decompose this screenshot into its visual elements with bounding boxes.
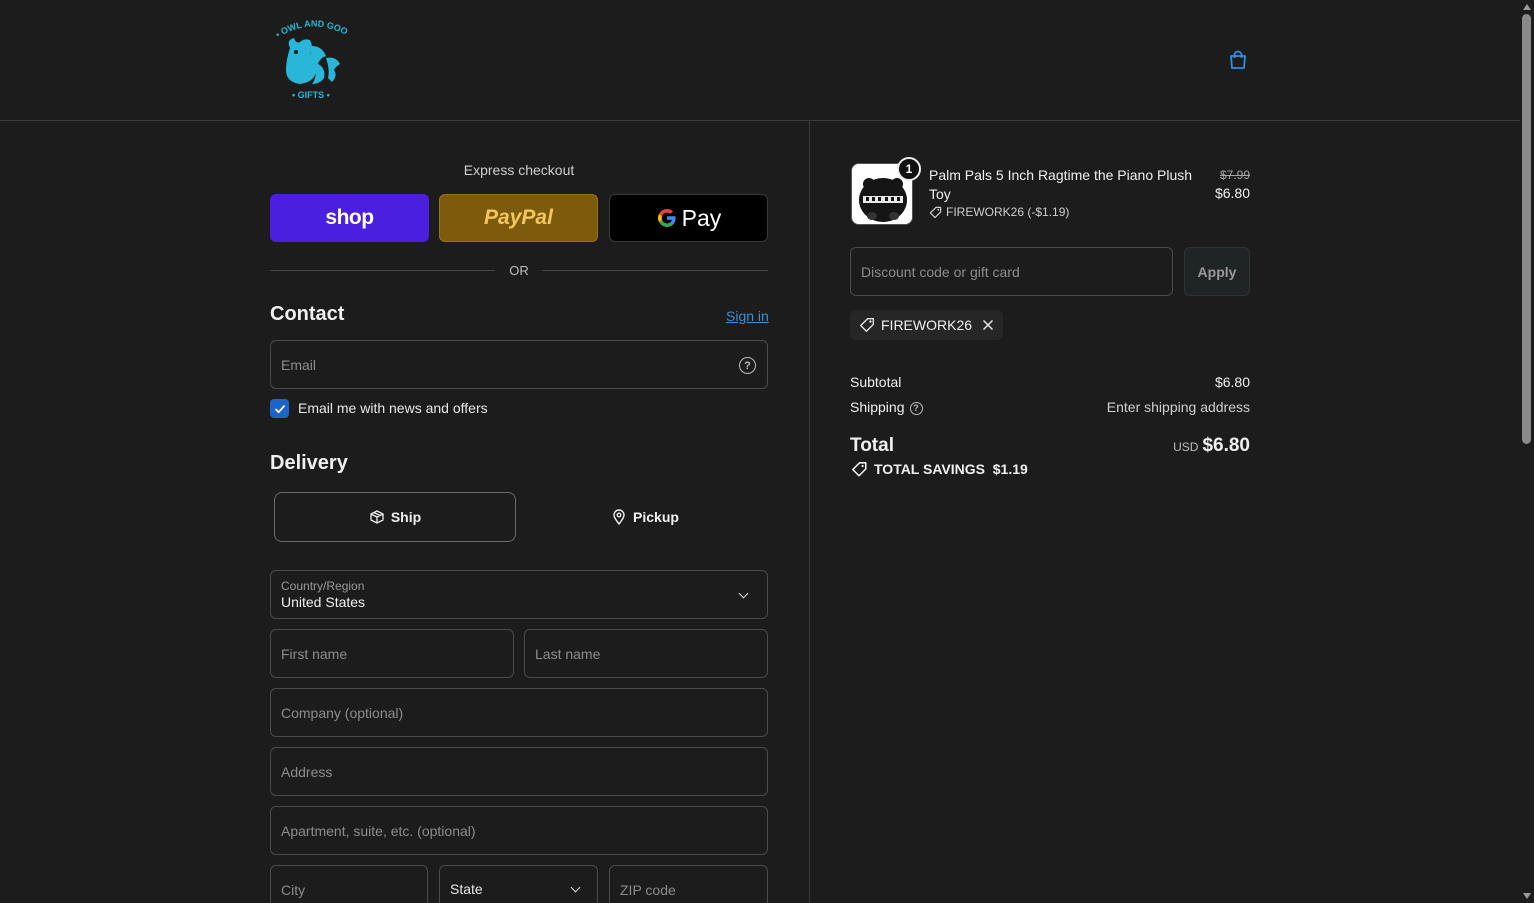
country-select[interactable]: Country/Region United States [270,570,768,619]
scroll-up-arrow[interactable] [1523,4,1531,10]
or-divider-left [270,270,495,271]
discounted-price: $6.80 [1214,185,1250,201]
express-checkout-title: Express checkout [463,162,575,178]
paypal-button[interactable]: PayPal [439,194,598,242]
shipping-label: Shipping [850,399,905,415]
site-header: • OWL AND GOOSE • • GIFTS • [0,0,1520,121]
city-input[interactable] [271,866,427,903]
chevron-down-icon [738,588,749,599]
box-icon [370,510,384,524]
discount-code-input[interactable] [851,248,1172,295]
ship-label: Ship [390,509,422,525]
discount-code-field[interactable] [850,247,1173,296]
shop-pay-button[interactable]: shop [270,194,429,242]
google-pay-label: Pay [681,204,722,231]
applied-code: FIREWORK26 [881,317,973,333]
or-label: OR [509,263,529,278]
contact-heading: Contact [270,303,345,325]
delivery-heading: Delivery [270,452,348,474]
company-field[interactable] [270,688,768,737]
store-logo[interactable]: • OWL AND GOOSE • • GIFTS • [265,10,354,102]
delivery-option-ship[interactable]: Ship [274,492,516,542]
chevron-down-icon [570,882,581,893]
address-field[interactable] [270,747,768,796]
total-value-row: USD $6.80 [1050,435,1250,457]
shop-pay-label: shop [325,206,374,229]
location-pin-icon [613,509,625,525]
company-input[interactable] [271,689,767,736]
paypal-label: PayPal [484,206,553,229]
google-pay-button[interactable]: Pay [609,194,768,242]
state-select[interactable]: State [439,865,598,903]
shipping-value: Enter shipping address [1106,399,1250,415]
first-name-input[interactable] [271,630,513,677]
column-divider [809,121,810,903]
country-value: United States [281,594,366,610]
sign-in-link[interactable]: Sign in [726,308,769,324]
last-name-input[interactable] [525,630,767,677]
svg-text:• OWL AND GOOSE •: • OWL AND GOOSE • [268,18,349,40]
delivery-option-pickup[interactable]: Pickup [524,492,766,542]
pickup-label: Pickup [633,509,679,525]
scroll-down-arrow[interactable] [1523,893,1531,899]
zip-field[interactable] [609,865,768,903]
email-input[interactable] [271,341,767,388]
country-label: Country/Region [281,579,365,593]
shopping-bag-icon [1230,50,1246,69]
newsletter-checkbox[interactable] [270,399,289,418]
apply-discount-button[interactable]: Apply [1184,247,1250,296]
currency-code: USD [1173,440,1199,454]
newsletter-label: Email me with news and offers [298,400,488,416]
total-amount: $6.80 [1202,435,1250,456]
address-input[interactable] [271,748,767,795]
quantity-badge: 1 [897,157,921,181]
shipping-help-icon[interactable]: ? [909,401,923,415]
remove-discount-button[interactable] [982,319,994,331]
apartment-field[interactable] [270,806,768,855]
zip-input[interactable] [610,866,767,903]
cart-button[interactable] [1224,46,1252,74]
checkmark-icon [274,404,285,413]
product-name: Palm Pals 5 Inch Ragtime the Piano Plush… [929,167,1193,202]
subtotal-label: Subtotal [850,374,902,390]
svg-text:• GIFTS •: • GIFTS • [292,90,330,100]
city-field[interactable] [270,865,428,903]
product-discount-text: FIREWORK26 (-$1.19) [946,205,1070,219]
total-savings-text: TOTAL SAVINGS $1.19 [874,461,1028,477]
google-g-icon [657,209,676,227]
apartment-input[interactable] [271,807,767,854]
scroll-thumb[interactable] [1522,14,1531,444]
email-help-icon[interactable]: ? [739,357,756,374]
page-scrollbar[interactable] [1520,0,1534,903]
total-savings: TOTAL SAVINGS $1.19 [850,461,1028,477]
close-icon [982,319,994,331]
email-field[interactable]: ? [270,340,768,389]
shipping-row-label: Shipping? [850,399,923,415]
tag-icon [929,206,942,218]
state-label: State [450,881,483,897]
first-name-field[interactable] [270,629,514,678]
last-name-field[interactable] [524,629,768,678]
applied-discount-chip: FIREWORK26 [850,310,1004,340]
or-divider-right [542,270,768,271]
owl-goose-logo-icon: • OWL AND GOOSE • • GIFTS • [265,10,349,100]
total-label: Total [850,435,894,456]
original-price: $7.99 [1219,168,1250,182]
product-discount: FIREWORK26 (-$1.19) [929,205,1069,219]
tag-icon [852,462,867,477]
tag-icon [860,318,874,332]
subtotal-value: $6.80 [1214,374,1250,390]
